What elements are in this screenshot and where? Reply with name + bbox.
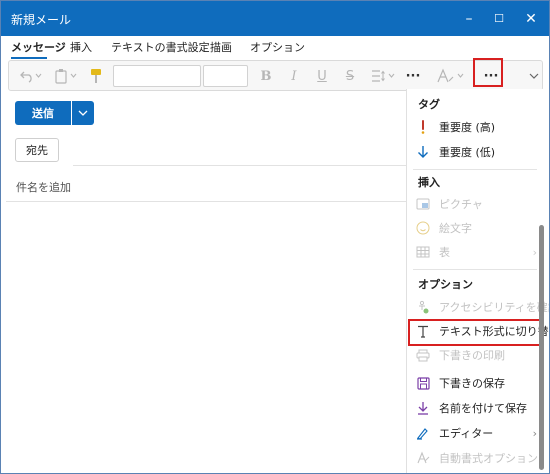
new-mail-window: 新規メール – ☐ ✕ メッセージ 挿入 テキストの書式設定 描画 オプション …: [0, 0, 550, 474]
menu-section-options: オプション: [418, 278, 473, 291]
chevron-right-icon: ›: [532, 245, 537, 259]
menu-scrollbar[interactable]: [539, 225, 544, 470]
window-title: 新規メール: [11, 13, 72, 27]
print-icon: [416, 349, 430, 361]
menu-item-table[interactable]: 表 ›: [407, 240, 543, 264]
menu-item-label: 下書きの印刷: [439, 349, 505, 362]
format-painter-icon: [91, 69, 101, 83]
styles-button[interactable]: [434, 67, 468, 85]
send-button[interactable]: 送信: [15, 101, 71, 125]
to-field[interactable]: [73, 165, 406, 166]
more-options-highlight: [473, 58, 503, 87]
menu-item-label: 名前を付けて保存: [439, 402, 527, 415]
menu-item-label: 表: [439, 246, 450, 259]
editor-icon: [417, 428, 428, 440]
undo-button[interactable]: [17, 67, 45, 85]
font-name-input[interactable]: [113, 65, 201, 87]
save-icon: [416, 376, 430, 390]
menu-item-label: ピクチャ: [439, 198, 483, 211]
menu-item-label: 重要度 (低): [439, 146, 496, 159]
menu-item-label: 自動書式オプション: [439, 452, 538, 465]
undo-icon: [20, 71, 42, 83]
menu-separator: [413, 269, 537, 270]
menu-item-accessibility[interactable]: アクセシビリティを確認する: [407, 295, 549, 319]
format-painter-button[interactable]: [86, 67, 106, 85]
italic-button[interactable]: I: [285, 67, 303, 85]
ribbon-collapse-button[interactable]: [527, 67, 541, 85]
line-spacing-icon: [372, 70, 395, 82]
menu-item-label: 重要度 (高): [439, 121, 496, 134]
underline-button[interactable]: U: [313, 67, 331, 85]
menu-item-label: エディター: [439, 427, 494, 440]
menu-item-label: アクセシビリティを確認する: [439, 301, 549, 314]
to-button[interactable]: 宛先: [15, 138, 59, 162]
ribbon-tabs: メッセージ 挿入 テキストの書式設定 描画 オプション: [1, 36, 549, 60]
menu-item-importance-high[interactable]: 重要度 (高): [407, 115, 543, 139]
menu-item-importance-low[interactable]: 重要度 (低): [407, 140, 543, 164]
menu-section-tag: タグ: [418, 98, 440, 111]
tab-text-format[interactable]: テキストの書式設定: [111, 39, 210, 55]
active-tab-indicator: [11, 57, 47, 59]
tab-message[interactable]: メッセージ: [11, 39, 66, 55]
send-options-button[interactable]: [72, 101, 94, 125]
tab-insert[interactable]: 挿入: [70, 39, 92, 55]
chevron-right-icon: ›: [532, 426, 537, 440]
line-spacing-button[interactable]: [368, 67, 398, 85]
emoji-icon: [416, 221, 430, 235]
font-size-input[interactable]: [203, 65, 248, 87]
subject-input[interactable]: 件名を追加: [16, 179, 71, 195]
menu-section-insert: 挿入: [418, 176, 440, 189]
minimize-button[interactable]: –: [452, 1, 486, 36]
compose-area: 送信 宛先 件名を追加: [6, 91, 406, 473]
arrow-down-icon: [418, 146, 428, 158]
auto-format-icon: [417, 451, 430, 464]
switch-to-text-highlight: [408, 319, 542, 346]
bold-button[interactable]: B: [257, 67, 275, 85]
title-bar: 新規メール – ☐ ✕: [1, 1, 549, 36]
more-options-menu: タグ 重要度 (高) 重要度 (低) 挿入 ピクチャ 絵文字 表 › オプション…: [406, 89, 549, 473]
chevron-down-icon: [78, 110, 88, 116]
strikethrough-button[interactable]: S: [341, 67, 359, 85]
menu-item-emoji[interactable]: 絵文字: [407, 216, 543, 240]
table-icon: [416, 246, 430, 258]
tab-options[interactable]: オプション: [250, 39, 305, 55]
menu-item-editor[interactable]: エディター ›: [407, 421, 543, 445]
paste-icon: [55, 69, 77, 84]
menu-separator: [413, 169, 537, 170]
save-as-icon: [418, 402, 428, 415]
menu-item-label: 絵文字: [439, 222, 472, 235]
bold-icon: B: [260, 68, 272, 84]
underline-icon: U: [317, 68, 327, 84]
subject-divider: [6, 201, 406, 202]
menu-item-auto-format[interactable]: 自動書式オプション: [407, 446, 543, 470]
menu-item-save-as[interactable]: 名前を付けて保存: [407, 396, 543, 420]
menu-item-label: 下書きの保存: [439, 377, 505, 390]
exclamation-icon: [421, 120, 425, 134]
chevron-down-icon: [529, 73, 539, 79]
styles-icon: [437, 68, 464, 83]
accessibility-icon: [419, 300, 429, 314]
menu-item-picture[interactable]: ピクチャ: [407, 192, 543, 216]
more-format-button[interactable]: ···: [404, 67, 422, 85]
menu-item-save-draft[interactable]: 下書きの保存: [407, 371, 543, 395]
menu-item-print-draft[interactable]: 下書きの印刷: [407, 343, 543, 367]
strikethrough-icon: S: [345, 68, 355, 84]
close-button[interactable]: ✕: [514, 1, 548, 36]
picture-icon: [416, 198, 430, 210]
italic-icon: I: [291, 68, 297, 84]
ribbon-toolbar: B I U S ··· ···: [8, 60, 543, 91]
paste-button[interactable]: [51, 67, 81, 85]
tab-draw[interactable]: 描画: [210, 39, 232, 55]
maximize-button[interactable]: ☐: [482, 1, 516, 36]
